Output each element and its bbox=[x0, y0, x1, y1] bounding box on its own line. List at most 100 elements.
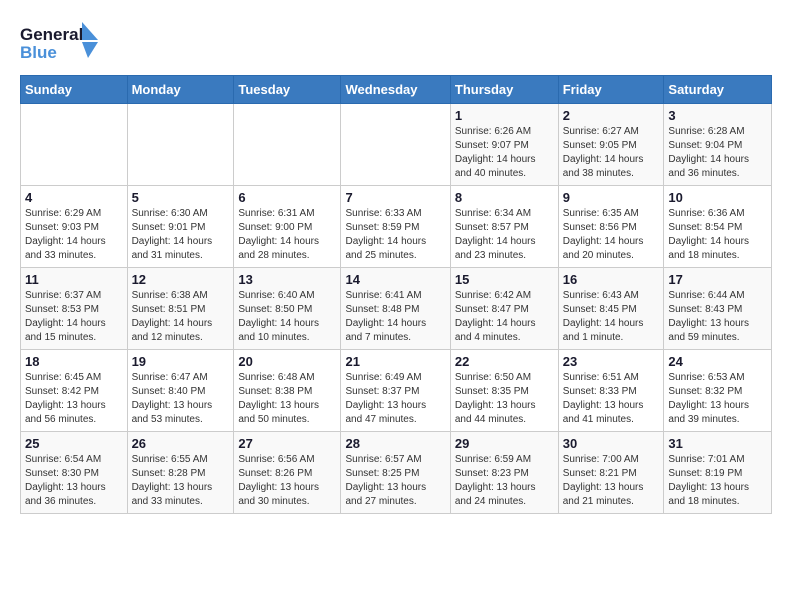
day-header-friday: Friday bbox=[558, 76, 664, 104]
day-number: 29 bbox=[455, 436, 554, 451]
calendar-cell: 22 Sunrise: 6:50 AM Sunset: 8:35 PM Dayli… bbox=[450, 350, 558, 432]
day-info: Sunrise: 6:28 AM Sunset: 9:04 PM Dayligh… bbox=[668, 125, 767, 181]
svg-text:Blue: Blue bbox=[20, 43, 57, 62]
calendar-cell: 19Sunrise: 6:47 AM Sunset: 8:40 PM Dayli… bbox=[127, 350, 234, 432]
calendar-cell: 9 Sunrise: 6:35 AM Sunset: 8:56 PM Daylig… bbox=[558, 186, 664, 268]
day-number: 2 bbox=[563, 108, 660, 123]
calendar-week-1: 1Sunrise: 6:26 AM Sunset: 9:07 PM Daylig… bbox=[21, 104, 772, 186]
day-info: Sunrise: 6:59 AM Sunset: 8:23 PM Dayligh… bbox=[455, 453, 554, 509]
day-info: Sunrise: 6:48 AM Sunset: 8:38 PM Dayligh… bbox=[238, 371, 336, 427]
day-info: Sunrise: 6:41 AM Sunset: 8:48 PM Dayligh… bbox=[345, 289, 445, 345]
calendar-week-4: 18Sunrise: 6:45 AM Sunset: 8:42 PM Dayli… bbox=[21, 350, 772, 432]
calendar-cell bbox=[234, 104, 341, 186]
calendar-cell: 10Sunrise: 6:36 AM Sunset: 8:54 PM Dayli… bbox=[664, 186, 772, 268]
calendar-cell bbox=[341, 104, 450, 186]
day-header-sunday: Sunday bbox=[21, 76, 128, 104]
calendar-cell: 24 Sunrise: 6:53 AM Sunset: 8:32 PM Dayli… bbox=[664, 350, 772, 432]
day-header-tuesday: Tuesday bbox=[234, 76, 341, 104]
day-info: Sunrise: 7:00 AM Sunset: 8:21 PM Dayligh… bbox=[563, 453, 660, 509]
day-number: 4 bbox=[25, 190, 123, 205]
calendar-cell: 4 Sunrise: 6:29 AM Sunset: 9:03 PM Daylig… bbox=[21, 186, 128, 268]
day-number: 22 bbox=[455, 354, 554, 369]
day-info: Sunrise: 6:44 AM Sunset: 8:43 PM Dayligh… bbox=[668, 289, 767, 345]
day-header-wednesday: Wednesday bbox=[341, 76, 450, 104]
day-number: 7 bbox=[345, 190, 445, 205]
day-number: 19 bbox=[132, 354, 230, 369]
day-info: Sunrise: 6:51 AM Sunset: 8:33 PM Dayligh… bbox=[563, 371, 660, 427]
day-info: Sunrise: 7:01 AM Sunset: 8:19 PM Dayligh… bbox=[668, 453, 767, 509]
day-number: 16 bbox=[563, 272, 660, 287]
calendar-cell: 30 Sunrise: 7:00 AM Sunset: 8:21 PM Dayli… bbox=[558, 432, 664, 514]
day-info: Sunrise: 6:42 AM Sunset: 8:47 PM Dayligh… bbox=[455, 289, 554, 345]
day-number: 27 bbox=[238, 436, 336, 451]
calendar-week-3: 11 Sunrise: 6:37 AM Sunset: 8:53 PM Dayli… bbox=[21, 268, 772, 350]
day-number: 20 bbox=[238, 354, 336, 369]
calendar-cell: 3 Sunrise: 6:28 AM Sunset: 9:04 PM Daylig… bbox=[664, 104, 772, 186]
day-header-thursday: Thursday bbox=[450, 76, 558, 104]
calendar-cell: 21 Sunrise: 6:49 AM Sunset: 8:37 PM Dayli… bbox=[341, 350, 450, 432]
day-info: Sunrise: 6:56 AM Sunset: 8:26 PM Dayligh… bbox=[238, 453, 336, 509]
day-info: Sunrise: 6:40 AM Sunset: 8:50 PM Dayligh… bbox=[238, 289, 336, 345]
calendar-week-5: 25 Sunrise: 6:54 AM Sunset: 8:30 PM Dayli… bbox=[21, 432, 772, 514]
day-header-monday: Monday bbox=[127, 76, 234, 104]
day-info: Sunrise: 6:31 AM Sunset: 9:00 PM Dayligh… bbox=[238, 207, 336, 263]
day-number: 10 bbox=[668, 190, 767, 205]
day-number: 23 bbox=[563, 354, 660, 369]
header: GeneralBlue bbox=[20, 20, 772, 65]
day-number: 31 bbox=[668, 436, 767, 451]
calendar-cell bbox=[127, 104, 234, 186]
day-number: 12 bbox=[132, 272, 230, 287]
day-info: Sunrise: 6:37 AM Sunset: 8:53 PM Dayligh… bbox=[25, 289, 123, 345]
calendar-cell: 2Sunrise: 6:27 AM Sunset: 9:05 PM Daylig… bbox=[558, 104, 664, 186]
calendar-cell: 28 Sunrise: 6:57 AM Sunset: 8:25 PM Dayli… bbox=[341, 432, 450, 514]
day-number: 3 bbox=[668, 108, 767, 123]
day-info: Sunrise: 6:38 AM Sunset: 8:51 PM Dayligh… bbox=[132, 289, 230, 345]
day-number: 14 bbox=[345, 272, 445, 287]
day-number: 13 bbox=[238, 272, 336, 287]
day-info: Sunrise: 6:55 AM Sunset: 8:28 PM Dayligh… bbox=[132, 453, 230, 509]
day-info: Sunrise: 6:54 AM Sunset: 8:30 PM Dayligh… bbox=[25, 453, 123, 509]
logo: GeneralBlue bbox=[20, 20, 100, 65]
day-info: Sunrise: 6:33 AM Sunset: 8:59 PM Dayligh… bbox=[345, 207, 445, 263]
day-info: Sunrise: 6:49 AM Sunset: 8:37 PM Dayligh… bbox=[345, 371, 445, 427]
calendar-cell: 23 Sunrise: 6:51 AM Sunset: 8:33 PM Dayli… bbox=[558, 350, 664, 432]
day-info: Sunrise: 6:35 AM Sunset: 8:56 PM Dayligh… bbox=[563, 207, 660, 263]
day-number: 1 bbox=[455, 108, 554, 123]
calendar-cell: 13 Sunrise: 6:40 AM Sunset: 8:50 PM Dayli… bbox=[234, 268, 341, 350]
day-number: 5 bbox=[132, 190, 230, 205]
day-number: 21 bbox=[345, 354, 445, 369]
calendar-cell: 18Sunrise: 6:45 AM Sunset: 8:42 PM Dayli… bbox=[21, 350, 128, 432]
day-info: Sunrise: 6:53 AM Sunset: 8:32 PM Dayligh… bbox=[668, 371, 767, 427]
day-info: Sunrise: 6:30 AM Sunset: 9:01 PM Dayligh… bbox=[132, 207, 230, 263]
day-header-saturday: Saturday bbox=[664, 76, 772, 104]
day-number: 18 bbox=[25, 354, 123, 369]
day-number: 6 bbox=[238, 190, 336, 205]
day-info: Sunrise: 6:50 AM Sunset: 8:35 PM Dayligh… bbox=[455, 371, 554, 427]
calendar-cell: 20 Sunrise: 6:48 AM Sunset: 8:38 PM Dayli… bbox=[234, 350, 341, 432]
calendar-cell: 29 Sunrise: 6:59 AM Sunset: 8:23 PM Dayli… bbox=[450, 432, 558, 514]
calendar-cell: 31 Sunrise: 7:01 AM Sunset: 8:19 PM Dayli… bbox=[664, 432, 772, 514]
calendar-cell: 25 Sunrise: 6:54 AM Sunset: 8:30 PM Dayli… bbox=[21, 432, 128, 514]
day-info: Sunrise: 6:29 AM Sunset: 9:03 PM Dayligh… bbox=[25, 207, 123, 263]
day-number: 11 bbox=[25, 272, 123, 287]
calendar-cell: 14 Sunrise: 6:41 AM Sunset: 8:48 PM Dayli… bbox=[341, 268, 450, 350]
svg-text:General: General bbox=[20, 25, 83, 44]
day-number: 15 bbox=[455, 272, 554, 287]
calendar-cell: 15 Sunrise: 6:42 AM Sunset: 8:47 PM Dayli… bbox=[450, 268, 558, 350]
day-number: 9 bbox=[563, 190, 660, 205]
calendar-cell: 12 Sunrise: 6:38 AM Sunset: 8:51 PM Dayli… bbox=[127, 268, 234, 350]
calendar-cell: 17Sunrise: 6:44 AM Sunset: 8:43 PM Dayli… bbox=[664, 268, 772, 350]
calendar-cell: 6 Sunrise: 6:31 AM Sunset: 9:00 PM Daylig… bbox=[234, 186, 341, 268]
calendar-cell: 27 Sunrise: 6:56 AM Sunset: 8:26 PM Dayli… bbox=[234, 432, 341, 514]
calendar-week-2: 4 Sunrise: 6:29 AM Sunset: 9:03 PM Daylig… bbox=[21, 186, 772, 268]
calendar-cell bbox=[21, 104, 128, 186]
day-number: 8 bbox=[455, 190, 554, 205]
day-info: Sunrise: 6:43 AM Sunset: 8:45 PM Dayligh… bbox=[563, 289, 660, 345]
day-number: 30 bbox=[563, 436, 660, 451]
calendar-cell: 8Sunrise: 6:34 AM Sunset: 8:57 PM Daylig… bbox=[450, 186, 558, 268]
calendar-header-row: SundayMondayTuesdayWednesdayThursdayFrid… bbox=[21, 76, 772, 104]
day-number: 28 bbox=[345, 436, 445, 451]
day-number: 24 bbox=[668, 354, 767, 369]
day-info: Sunrise: 6:57 AM Sunset: 8:25 PM Dayligh… bbox=[345, 453, 445, 509]
day-number: 25 bbox=[25, 436, 123, 451]
